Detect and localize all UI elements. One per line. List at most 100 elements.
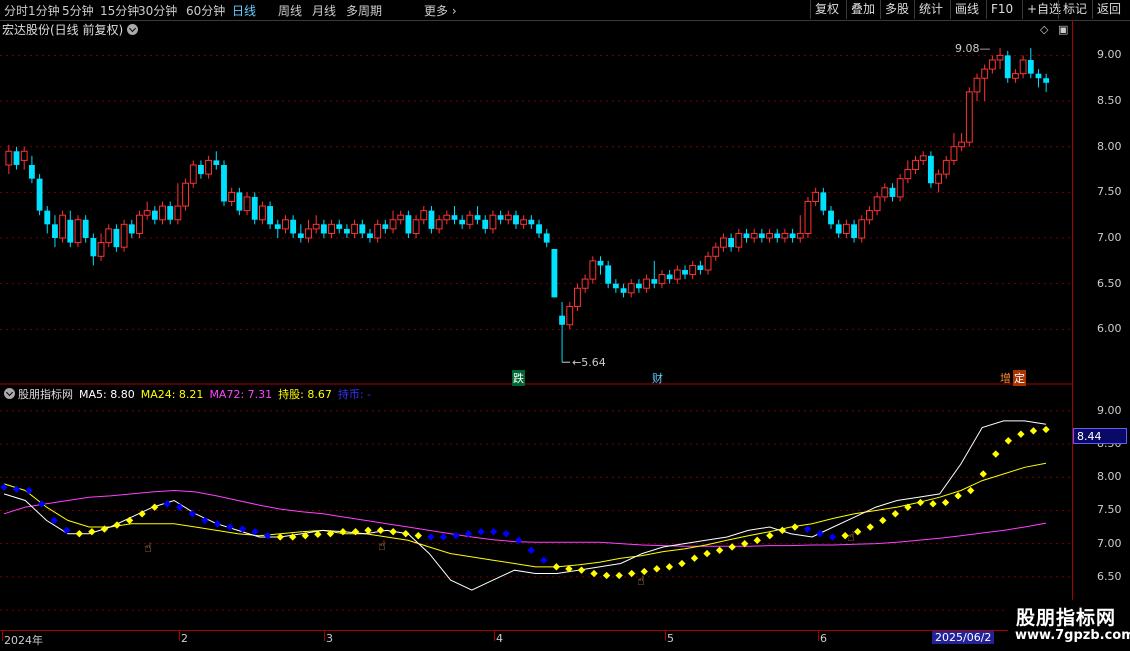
candle: [320, 219, 327, 239]
event-marker-fixed[interactable]: 定: [1013, 370, 1026, 386]
more-periods-button[interactable]: 更多 ›: [424, 2, 457, 19]
period-tab-3[interactable]: 15分钟: [100, 2, 139, 19]
candle: [67, 210, 74, 248]
indicator-tick: 7.00: [1097, 536, 1122, 550]
cash-value: 持币: -: [337, 388, 372, 401]
indicator-tick: 9.00: [1097, 403, 1122, 417]
signal-dot: [263, 531, 272, 540]
signal-dot: [728, 543, 736, 551]
period-tab-2[interactable]: 5分钟: [62, 2, 94, 19]
period-tab-8[interactable]: 月线: [312, 2, 336, 19]
candle: [251, 192, 258, 225]
candle: [981, 64, 989, 102]
candle: [520, 215, 528, 229]
event-marker-fall[interactable]: 跌: [512, 370, 525, 386]
period-tab-0[interactable]: 分时: [4, 2, 28, 19]
candle: [866, 206, 873, 225]
period-tab-4[interactable]: 30分钟: [138, 2, 177, 19]
candle: [113, 224, 120, 252]
candle: [359, 219, 366, 239]
signal-dot: [163, 500, 171, 508]
period-tab-6[interactable]: 日线: [232, 2, 256, 19]
toolbar-button-5[interactable]: F10: [986, 0, 1017, 19]
hold-value: 持股: 8.67: [278, 388, 332, 401]
toolbar-button-1[interactable]: 叠加: [846, 0, 879, 19]
candle: [858, 215, 866, 243]
toolbar-button-7[interactable]: 标记: [1058, 0, 1091, 19]
candle: [988, 55, 996, 74]
signal-dot: [753, 536, 761, 544]
candle: [842, 219, 850, 239]
toolbar-button-2[interactable]: 多股: [880, 0, 913, 19]
candle: [120, 219, 128, 252]
candle: [774, 228, 781, 243]
candle: [328, 219, 335, 239]
candle: [743, 228, 750, 243]
signal-dot: [100, 525, 109, 533]
candle: [389, 210, 397, 234]
candle: [581, 274, 589, 293]
candle: [198, 160, 204, 179]
signal-dot: [50, 516, 58, 525]
candle: [935, 169, 943, 193]
last-value-box: 8.44: [1073, 428, 1127, 444]
candle: [1019, 55, 1027, 79]
toolbar-button-3[interactable]: 统计: [914, 0, 947, 19]
candle: [513, 210, 519, 229]
signal-dot: [816, 530, 824, 538]
candle: [758, 228, 765, 243]
candle: [789, 228, 796, 243]
candle: [673, 265, 681, 284]
chevron-down-icon[interactable]: [4, 388, 15, 399]
date-tick-mark: [818, 631, 819, 641]
candle: [750, 228, 758, 243]
signal-dot: [502, 530, 510, 538]
candle: [382, 219, 389, 234]
candle: [566, 301, 574, 330]
signal-dot: [602, 571, 611, 580]
period-tab-7[interactable]: 周线: [278, 2, 302, 19]
candle: [766, 228, 773, 243]
candle: [13, 146, 20, 170]
toolbar-button-8[interactable]: 返回: [1092, 0, 1125, 19]
signal-dot: [527, 546, 535, 554]
signal-dot: [389, 528, 397, 536]
signal-dot: [489, 528, 498, 536]
signal-dot: [628, 569, 636, 578]
candle: [420, 206, 428, 225]
candle: [405, 210, 412, 239]
price-tick: 9.00: [1097, 48, 1122, 62]
event-marker-increase[interactable]: 增: [999, 370, 1012, 386]
candle: [919, 151, 927, 165]
toolbar-button-4[interactable]: 画线: [950, 0, 983, 19]
toolbar-button-0[interactable]: 复权: [810, 0, 843, 19]
candle: [574, 283, 581, 312]
indicator-tick: 7.50: [1097, 503, 1122, 517]
indicator-name: 股朋指标网: [18, 388, 73, 401]
candle: [589, 256, 597, 284]
period-tab-1[interactable]: 1分钟: [28, 2, 60, 19]
low-annotation: ←5.64: [572, 356, 606, 369]
price-tick: 8.50: [1097, 94, 1122, 108]
candle: [896, 174, 904, 202]
high-annotation: 9.08—: [955, 42, 991, 55]
candle: [881, 183, 889, 202]
candle: [367, 228, 373, 243]
signal-dot: [1029, 427, 1038, 435]
signal-dot: [803, 525, 812, 533]
price-tick: 7.50: [1097, 185, 1122, 199]
candle: [228, 187, 236, 207]
signal-dot: [828, 533, 837, 541]
candle: [44, 206, 51, 234]
candle: [59, 210, 67, 243]
period-tab-5[interactable]: 60分钟: [186, 2, 225, 19]
event-marker-finance[interactable]: 财: [651, 370, 664, 386]
date-tick-mark: [179, 631, 180, 641]
candle: [5, 144, 13, 175]
candle: [290, 215, 297, 239]
candle: [682, 265, 688, 280]
period-tab-9[interactable]: 多周期: [346, 2, 382, 19]
signal-dot: [515, 536, 523, 544]
price-tick: 6.50: [1097, 276, 1122, 290]
candle: [312, 215, 320, 234]
